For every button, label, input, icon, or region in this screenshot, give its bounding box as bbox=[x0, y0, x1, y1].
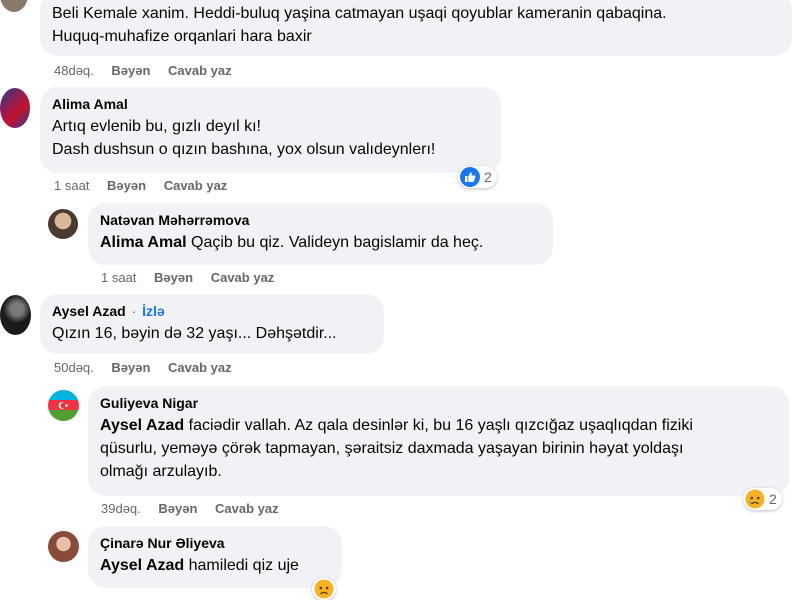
like-reaction-icon bbox=[460, 167, 480, 187]
reaction-count: 2 bbox=[484, 169, 492, 185]
like-button[interactable]: Bəyən bbox=[158, 501, 197, 516]
comment-text: Dash dushsun o qızın bashına, yox olsun … bbox=[52, 141, 436, 158]
avatar[interactable] bbox=[0, 88, 30, 128]
comment-actions: 1 saat Bəyən Cavab yaz bbox=[54, 178, 241, 193]
avatar[interactable] bbox=[48, 390, 79, 421]
comment-author[interactable]: Natəvan Məhərrəmova bbox=[100, 211, 541, 229]
like-button[interactable]: Bəyən bbox=[154, 270, 193, 285]
reply-bubble: Çinarə Nur Əliyeva Aysel Azad hamiledi q… bbox=[88, 526, 342, 588]
reply-button[interactable]: Cavab yaz bbox=[215, 501, 279, 516]
like-button[interactable]: Bəyən bbox=[111, 360, 150, 375]
sad-reaction-icon bbox=[314, 579, 334, 599]
mention-link[interactable]: Aysel Azad bbox=[100, 557, 184, 574]
comment-author[interactable]: Aysel Azad bbox=[52, 303, 126, 319]
comment-bubble: Aysel Azad · İzlə Qızın 16, bəyin də 32 … bbox=[40, 294, 384, 354]
reply-button[interactable]: Cavab yaz bbox=[168, 360, 232, 375]
comment-time[interactable]: 1 saat bbox=[101, 270, 136, 285]
avatar[interactable] bbox=[0, 295, 31, 335]
comment-text: olmağı arzulayıb. bbox=[100, 463, 222, 480]
comment-text: Qızın 16, bəyin də 32 yaşı... Dəhşətdir.… bbox=[52, 325, 337, 342]
comment-time[interactable]: 50dəq. bbox=[54, 360, 94, 375]
mention-link[interactable]: Alima Amal bbox=[100, 234, 187, 251]
comment-text: qüsurlu, yeməyə çörək tapmayan, şəraitsi… bbox=[100, 440, 684, 457]
avatar[interactable] bbox=[0, 0, 28, 12]
comment-actions: 1 saat Bəyən Cavab yaz bbox=[101, 270, 288, 285]
reply-button[interactable]: Cavab yaz bbox=[168, 63, 232, 78]
comment-text: Aysel Azad faciədir vallah. Az qala desi… bbox=[100, 414, 777, 437]
comment-text-body: Qaçib bu qiz. Valideyn bagislamir da heç… bbox=[186, 234, 484, 251]
comment-actions: 39dəq. Bəyən Cavab yaz bbox=[101, 501, 293, 516]
comment-text-body: faciədir vallah. Az qala desinlər ki, bu… bbox=[184, 417, 693, 434]
flag-avatar-image bbox=[48, 390, 79, 421]
comment-author[interactable]: Alima Amal bbox=[52, 95, 489, 113]
comment-time[interactable]: 1 saat bbox=[54, 178, 89, 193]
comment-text: Beli Kemale xanim. Heddi-buluq yaşina ca… bbox=[52, 5, 667, 22]
mention-link[interactable]: Aysel Azad bbox=[100, 417, 184, 434]
separator-dot: · bbox=[131, 303, 137, 319]
reaction-count: 2 bbox=[769, 491, 777, 507]
comment-author[interactable]: Çinarə Nur Əliyeva bbox=[100, 534, 330, 552]
comment-header: Aysel Azad · İzlə bbox=[52, 302, 372, 320]
comment-bubble: Alima Amal Artıq evlenib bu, gızlı deyıl… bbox=[40, 87, 501, 173]
comment-time[interactable]: 39dəq. bbox=[101, 501, 141, 516]
comment-text: Huquq-muhafize orqanlari hara baxir bbox=[52, 28, 312, 45]
comment-text-body: hamiledi qiz uje bbox=[184, 557, 299, 574]
reply-bubble: Natəvan Məhərrəmova Alima Amal Qaçib bu … bbox=[88, 203, 553, 265]
comment-time[interactable]: 48dəq. bbox=[54, 63, 94, 78]
like-button[interactable]: Bəyən bbox=[107, 178, 146, 193]
reaction-summary[interactable]: 2 bbox=[743, 488, 782, 510]
like-button[interactable]: Bəyən bbox=[111, 63, 150, 78]
comment-text: Aysel Azad hamiledi qiz uje bbox=[100, 554, 330, 577]
comment-author[interactable]: Guliyeva Nigar bbox=[100, 394, 777, 412]
reaction-summary[interactable] bbox=[312, 578, 336, 600]
avatar[interactable] bbox=[48, 209, 78, 239]
comment-actions: 50dəq. Bəyən Cavab yaz bbox=[54, 360, 246, 375]
sad-reaction-icon bbox=[745, 489, 765, 509]
reply-bubble: Guliyeva Nigar Aysel Azad faciədir valla… bbox=[88, 386, 789, 496]
comment-bubble: Beli Kemale xanim. Heddi-buluq yaşina ca… bbox=[40, 0, 792, 56]
follow-button[interactable]: İzlə bbox=[142, 303, 165, 319]
comment-actions: 48dəq. Bəyən Cavab yaz bbox=[54, 63, 246, 78]
reply-button[interactable]: Cavab yaz bbox=[211, 270, 275, 285]
comment-text: Alima Amal Qaçib bu qiz. Valideyn bagisl… bbox=[100, 231, 541, 254]
comment-text: Artıq evlenib bu, gızlı deyıl kı! bbox=[52, 118, 261, 135]
reaction-summary[interactable]: 2 bbox=[458, 166, 497, 188]
reply-button[interactable]: Cavab yaz bbox=[164, 178, 228, 193]
avatar[interactable] bbox=[48, 531, 79, 562]
